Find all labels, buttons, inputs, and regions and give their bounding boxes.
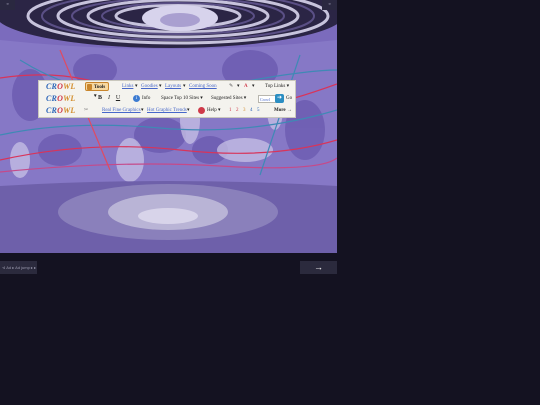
page-link-1[interactable]: 1	[229, 107, 232, 115]
scene-artwork	[0, 0, 337, 253]
toolbar-row-3: CROWL ✂ Real Fine Graphics ▾ Hot Graphic…	[39, 105, 295, 117]
toolbar-row-1: CROWL Tools ▾ Links ▾ Goodies ▾ Layouts …	[39, 81, 295, 99]
crowl-logo: CROWL	[46, 106, 75, 116]
links-menu-arrow[interactable]: ▾	[135, 83, 138, 91]
go-arrow-icon[interactable]: ➜	[275, 94, 284, 103]
links-menu[interactable]: Links	[122, 83, 133, 91]
crowl-logo: CROWL	[46, 82, 75, 92]
toolbar-row-2: CROWL B I U i Info Space Top 10 Sites ▾ …	[39, 93, 295, 105]
pen-arrow[interactable]: ▾	[237, 83, 240, 91]
page-link-4[interactable]: 4	[250, 107, 253, 115]
logo-part-cr: CR	[46, 106, 58, 115]
goodies-menu-arrow[interactable]: ▾	[159, 83, 162, 91]
hot-graphic-trends-link[interactable]: Hot Graphic Trends	[147, 107, 187, 115]
logo-part-cr: CR	[46, 94, 58, 103]
tag-icon[interactable]: ✂	[84, 107, 88, 115]
info-icon[interactable]: i	[133, 95, 140, 102]
crowl-logo: CROWL	[46, 94, 75, 104]
page-navigation[interactable]: ⊲ Ad ▸ Ad jump ▸ ▸	[0, 261, 37, 274]
info-button[interactable]: Info	[142, 95, 150, 103]
coming-soon-link[interactable]: Coming Soon	[189, 83, 217, 91]
italic-button[interactable]: I	[105, 94, 113, 103]
space-top10-menu[interactable]: Space Top 10 Sites ▾	[161, 95, 203, 103]
crowl-toolbar: CROWL Tools ▾ Links ▾ Goodies ▾ Layouts …	[38, 80, 296, 118]
window-corner-left[interactable]: ◦	[0, 0, 15, 10]
layouts-menu-arrow[interactable]: ▾	[183, 83, 186, 91]
real-fine-graphics-arrow[interactable]: ▾	[141, 107, 144, 115]
logo-part-wl: WL	[63, 82, 76, 91]
tools-button[interactable]: Tools ▾	[85, 82, 109, 99]
text-color-icon[interactable]: A	[244, 83, 248, 91]
go-button[interactable]: Go	[286, 95, 292, 103]
page-link-5[interactable]: 5	[257, 107, 260, 115]
page-link-3[interactable]: 3	[243, 107, 246, 115]
logo-part-cr: CR	[46, 82, 58, 91]
logo-part-wl: WL	[63, 106, 76, 115]
underline-button[interactable]: U	[114, 94, 122, 103]
text-color-arrow[interactable]: ▾	[252, 83, 255, 91]
window-corner-right[interactable]: ◦	[322, 0, 337, 10]
real-fine-graphics-link[interactable]: Real Fine Graphics	[102, 107, 141, 115]
goodies-menu[interactable]: Goodies	[141, 83, 158, 91]
bold-button[interactable]: B	[96, 94, 104, 103]
next-button[interactable]: →	[300, 261, 337, 274]
suggested-sites-menu[interactable]: Suggested Sites ▾	[211, 95, 246, 103]
top-links-menu[interactable]: Top Links ▾	[265, 83, 289, 91]
more-link[interactable]: More →	[274, 107, 292, 115]
scene-background: ◦ ◦ CROWL Tools ▾ Links ▾ Goodies ▾ Layo…	[0, 0, 337, 253]
hot-graphic-trends-arrow[interactable]: ▾	[187, 107, 190, 115]
lock-icon	[87, 84, 92, 90]
page-link-2[interactable]: 2	[236, 107, 239, 115]
help-menu[interactable]: Help ▾	[207, 107, 220, 115]
layouts-menu[interactable]: Layouts	[165, 83, 181, 91]
pen-icon[interactable]: ✎	[229, 83, 233, 91]
logo-part-wl: WL	[63, 94, 76, 103]
help-icon[interactable]	[198, 107, 205, 114]
